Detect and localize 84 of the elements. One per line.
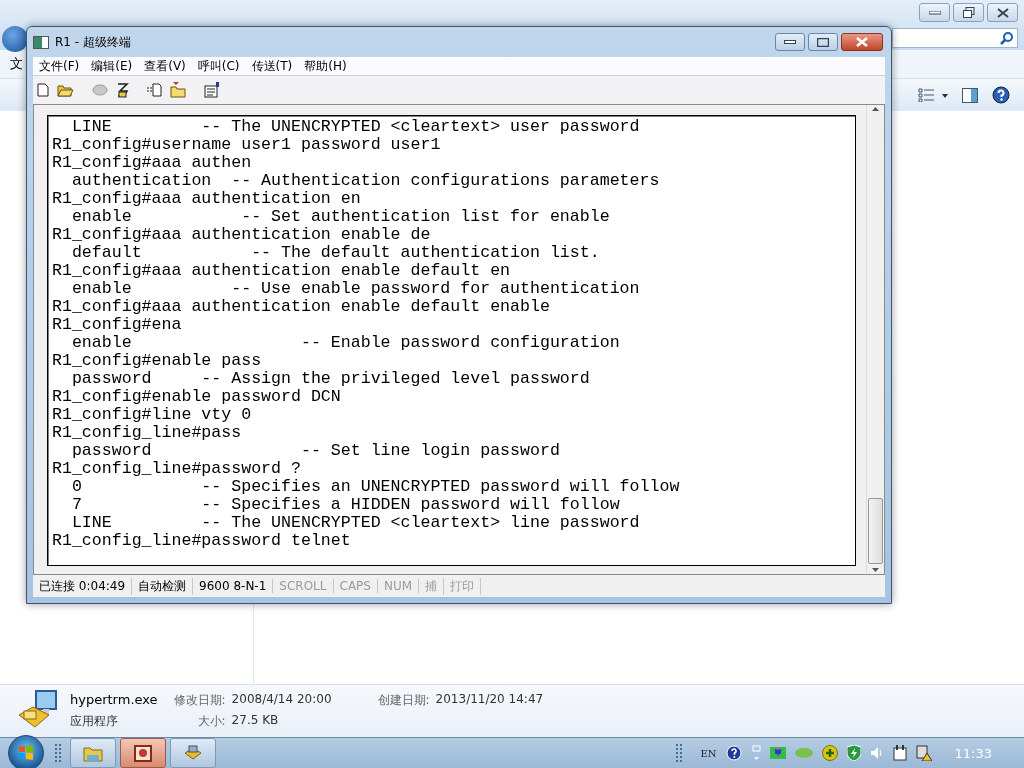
scrollbar-thumb[interactable]	[868, 498, 883, 564]
help-icon[interactable]	[992, 86, 1010, 104]
terminal-line: LINE -- The UNENCRYPTED <cleartext> user password	[70, 118, 641, 136]
receive-file-icon[interactable]	[170, 82, 186, 98]
terminal-line: enable -- Enable password configuration	[70, 334, 621, 352]
minimize-icon	[784, 40, 796, 44]
preview-pane-icon[interactable]	[962, 87, 978, 103]
status-indicator: 打印	[444, 577, 482, 595]
created-date: 2013/11/20 14:47	[435, 692, 544, 708]
shield-icon[interactable]	[846, 745, 861, 761]
terminal-line: 7 -- Specifies a HIDDEN password will follow	[70, 496, 621, 514]
file-size: 27.5 KB	[231, 713, 280, 729]
terminal-line: R1_config_line#pass	[52, 424, 243, 442]
terminal-line: R1_config#aaa authen	[52, 154, 253, 172]
menu-item[interactable]: 呼叫(C)	[191, 57, 246, 75]
menu-item[interactable]: 查看(V)	[138, 57, 192, 75]
terminal-line: enable -- Use enable password for authentication	[70, 280, 641, 298]
close-button[interactable]	[841, 33, 883, 51]
app-icon	[33, 35, 49, 49]
search-field[interactable]	[892, 28, 1018, 48]
terminal-line: R1_config#aaa authentication enable default enable	[52, 298, 551, 316]
taskbar-button[interactable]	[170, 738, 216, 768]
terminal-line: LINE -- The UNENCRYPTED <cleartext> line password	[70, 514, 641, 532]
status-indicator: NUM	[377, 579, 420, 593]
maximize-button[interactable]	[808, 33, 838, 51]
view-list-icon[interactable]	[918, 88, 948, 102]
terminal-line: R1_config#ena	[52, 316, 183, 334]
status-indicator: 已连接 0:04:49	[33, 577, 133, 595]
restore-button[interactable]	[953, 3, 984, 22]
created-label: 创建日期:	[376, 692, 430, 709]
windows-logo-icon	[18, 745, 34, 761]
network-monitor-icon[interactable]	[769, 747, 786, 759]
status-indicator: 9600 8-N-1	[193, 579, 274, 593]
search-icon	[1000, 31, 1013, 45]
new-document-icon[interactable]	[37, 83, 49, 97]
terminal-line: 0 -- Specifies an UNENCRYPTED password will follow	[70, 478, 681, 496]
terminal-line: password -- Set line login password	[70, 442, 561, 460]
terminal-line: R1_config#enable password DCN	[52, 388, 342, 406]
terminal-line: R1_config#aaa authentication en	[52, 190, 362, 208]
scroll-down-icon[interactable]	[872, 568, 879, 572]
status-indicator: CAPS	[333, 579, 378, 593]
network-warning-icon[interactable]	[915, 745, 932, 761]
menu-item[interactable]: 文	[10, 55, 23, 73]
maximize-icon	[817, 37, 829, 47]
language-indicator[interactable]: EN	[700, 747, 717, 759]
file-name: hypertrm.exe	[70, 692, 158, 709]
presentation-icon	[132, 743, 154, 763]
terminal-line: default -- The default authentication list.	[70, 244, 601, 262]
menu-item[interactable]: 传送(T)	[245, 57, 299, 75]
close-icon	[996, 7, 1009, 18]
minimize-icon	[928, 10, 941, 15]
terminal-line: R1_config_line#password ?	[52, 460, 302, 478]
close-icon	[855, 37, 869, 47]
open-folder-icon[interactable]	[57, 83, 74, 97]
restore-icon	[962, 7, 975, 18]
terminal-line: password -- Assign the privileged level password	[70, 370, 591, 388]
start-button[interactable]	[8, 735, 44, 768]
menu-item[interactable]: 编辑(E)	[85, 57, 139, 75]
terminal-line: R1_config#aaa authentication enable de	[52, 226, 432, 244]
scrollbar[interactable]	[866, 105, 884, 574]
status-indicator: SCROLL	[273, 579, 334, 593]
terminal-line: R1_config#enable pass	[52, 352, 263, 370]
terminal-line: enable -- Set authentication list for enable	[70, 208, 611, 226]
terminal-line: R1_config#line vty 0	[52, 406, 253, 424]
menu-item[interactable]: 帮助(H)	[298, 57, 353, 75]
window-title: R1 - 超级终端	[55, 33, 131, 51]
minimize-button[interactable]	[775, 33, 805, 51]
size-label: 大小:	[196, 713, 226, 730]
terminal-line: R1_config#aaa authentication enable default en	[52, 262, 512, 280]
plus-circle-icon[interactable]	[821, 745, 838, 761]
menu-item[interactable]: 文件(F)	[33, 57, 86, 75]
properties-icon[interactable]	[204, 82, 220, 98]
send-file-icon[interactable]	[147, 83, 162, 97]
modified-label: 修改日期:	[172, 692, 226, 709]
file-type: 应用程序	[70, 713, 119, 730]
taskbar-button[interactable]	[120, 738, 166, 768]
terminal-line: R1_config_line#password telnet	[52, 532, 352, 550]
terminal-line: authentication -- Authentication configurations parameters	[70, 172, 661, 190]
modified-date: 2008/4/14 20:00	[231, 692, 332, 708]
status-indicator: 捕	[419, 577, 445, 595]
status-indicator: 自动检测	[132, 577, 194, 595]
close-button[interactable]	[987, 3, 1018, 22]
terminal-line: R1_config#username user1 password user1	[52, 136, 442, 154]
back-button[interactable]	[2, 26, 28, 52]
